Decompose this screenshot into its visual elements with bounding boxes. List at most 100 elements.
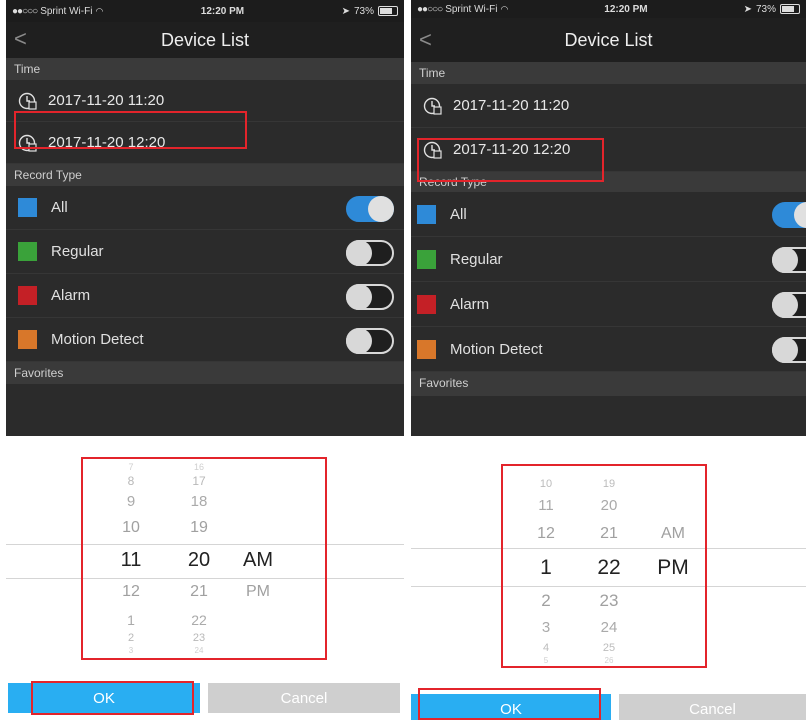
- ok-button[interactable]: OK: [411, 694, 611, 720]
- hour-option-selected: 1: [540, 556, 552, 579]
- ampm-wheel[interactable]: AM PM: [653, 436, 693, 666]
- section-header-time: Time: [6, 58, 404, 80]
- toggle-knob: [772, 292, 798, 318]
- color-swatch-alarm: [18, 286, 37, 305]
- nav-bar: < Device List: [411, 18, 806, 62]
- hour-option: 8: [127, 474, 135, 488]
- minute-option: 21: [600, 525, 618, 542]
- toggle-knob: [368, 196, 394, 222]
- cancel-button[interactable]: Cancel: [208, 683, 400, 713]
- color-swatch-motion: [417, 339, 436, 359]
- time-picker: 7 8 9 10 11 12 1 2 3 16 17 18 19 20 21 2…: [6, 436, 404, 720]
- period-option: AM: [661, 525, 685, 542]
- record-type-label: Motion Detect: [51, 331, 144, 348]
- period-option: PM: [246, 583, 270, 600]
- alarm-toggle[interactable]: [346, 284, 394, 310]
- page-title: Device List: [160, 29, 250, 50]
- minute-wheel[interactable]: 19 20 21 22 23 24 25 26: [589, 436, 629, 666]
- minute-option: 19: [190, 519, 208, 536]
- time-picker: 10 11 12 1 2 3 4 5 19 20 21 22 23 24 25 …: [411, 436, 806, 720]
- ampm-wheel[interactable]: AM PM: [238, 436, 278, 656]
- minute-option: 23: [599, 591, 619, 610]
- hour-option: 4: [542, 642, 550, 654]
- section-header-favorites: Favorites: [411, 372, 806, 396]
- color-swatch-regular: [18, 242, 37, 261]
- all-toggle[interactable]: [346, 196, 394, 222]
- hour-option: 1: [127, 612, 135, 628]
- start-time-value: 2017-11-20 11:20: [48, 92, 165, 109]
- minute-option: 16: [193, 462, 204, 472]
- status-time: 12:20 PM: [200, 5, 245, 17]
- status-bar: ●●○○○ Sprint Wi-Fi ◠ 12:20 PM ➤ 73%: [411, 0, 806, 18]
- minute-option: 21: [190, 583, 208, 600]
- battery-icon: [780, 4, 800, 14]
- hour-option: 10: [122, 519, 140, 536]
- location-icon: ➤: [341, 5, 350, 17]
- minute-option: 23: [192, 632, 206, 644]
- clock-icon: [423, 97, 442, 115]
- clock-icon: [18, 134, 37, 152]
- hour-option: 3: [541, 619, 551, 636]
- record-type-row-alarm: Alarm: [411, 282, 806, 327]
- motion-detect-toggle[interactable]: [772, 337, 806, 363]
- ok-button[interactable]: OK: [8, 683, 200, 713]
- color-swatch-all: [18, 198, 37, 217]
- minute-option: 19: [602, 478, 616, 490]
- hour-option: 9: [126, 493, 136, 510]
- end-time-value: 2017-11-20 12:20: [453, 141, 571, 158]
- end-time-row[interactable]: 2017-11-20 12:20: [411, 128, 806, 172]
- back-chevron-icon[interactable]: <: [14, 28, 27, 50]
- hour-option-selected: 11: [120, 549, 142, 571]
- carrier-name: Sprint Wi-Fi: [40, 5, 93, 17]
- page-title: Device List: [564, 29, 653, 50]
- phone-screen-1: ●●○○○ Sprint Wi-Fi ◠ 12:20 PM ➤ 73% < De…: [6, 0, 404, 720]
- minute-option: 17: [192, 474, 206, 488]
- battery-icon: [378, 6, 398, 16]
- hour-option: 7: [128, 462, 134, 472]
- hour-wheel[interactable]: 10 11 12 1 2 3 4 5: [526, 436, 566, 666]
- minute-option-selected: 22: [597, 556, 621, 579]
- location-icon: ➤: [743, 3, 752, 15]
- start-time-row[interactable]: 2017-11-20 11:20: [6, 80, 404, 122]
- record-type-label: All: [51, 199, 68, 216]
- toggle-knob: [794, 202, 806, 228]
- minute-option: 24: [194, 646, 204, 655]
- record-type-row-all: All: [411, 192, 806, 237]
- battery-percent: 73%: [353, 5, 374, 17]
- minute-option: 26: [604, 656, 614, 665]
- regular-toggle[interactable]: [772, 247, 806, 273]
- record-type-label: Regular: [51, 243, 104, 260]
- motion-detect-toggle[interactable]: [346, 328, 394, 354]
- minute-wheel[interactable]: 16 17 18 19 20 21 22 23 24: [179, 436, 219, 656]
- back-chevron-icon[interactable]: <: [419, 29, 432, 51]
- toggle-knob: [772, 337, 798, 363]
- record-type-row-regular: Regular: [6, 230, 404, 274]
- battery-percent: 73%: [755, 3, 776, 15]
- period-option-selected: PM: [657, 556, 689, 579]
- minute-option-selected: 20: [187, 549, 211, 571]
- phone-screen-2: ●●○○○ Sprint Wi-Fi ◠ 12:20 PM ➤ 73% < De…: [411, 0, 806, 720]
- hour-wheel[interactable]: 7 8 9 10 11 12 1 2 3: [111, 436, 151, 656]
- section-header-favorites: Favorites: [6, 362, 404, 384]
- color-swatch-alarm: [417, 294, 436, 314]
- regular-toggle[interactable]: [346, 240, 394, 266]
- hour-option: 3: [128, 646, 134, 655]
- nav-bar: < Device List: [6, 22, 404, 58]
- start-time-row[interactable]: 2017-11-20 11:20: [411, 84, 806, 128]
- color-swatch-motion: [18, 330, 37, 349]
- alarm-toggle[interactable]: [772, 292, 806, 318]
- minute-option: 20: [600, 497, 618, 514]
- cancel-button[interactable]: Cancel: [619, 694, 806, 720]
- toggle-knob: [346, 328, 372, 354]
- record-type-row-all: All: [6, 186, 404, 230]
- clock-icon: [18, 92, 37, 110]
- color-swatch-all: [417, 204, 436, 224]
- end-time-row[interactable]: 2017-11-20 12:20: [6, 122, 404, 164]
- all-toggle[interactable]: [772, 202, 806, 228]
- signal-icon: ●●○○○: [12, 5, 38, 17]
- record-type-row-motion: Motion Detect: [411, 327, 806, 372]
- clock-icon: [423, 141, 442, 159]
- toggle-knob: [346, 240, 372, 266]
- record-type-label: Alarm: [450, 295, 490, 313]
- minute-option: 22: [191, 612, 207, 628]
